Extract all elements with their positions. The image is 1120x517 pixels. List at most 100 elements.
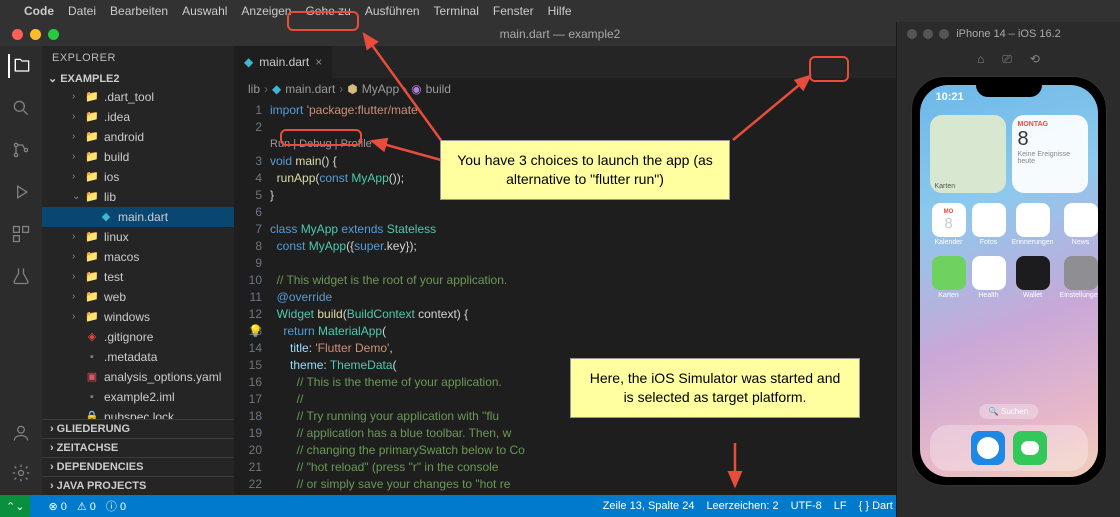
explorer-icon[interactable] bbox=[8, 54, 32, 78]
tree-item-example2-iml[interactable]: ▪example2.iml bbox=[42, 387, 234, 407]
sim-rotate-icon[interactable]: ⟲ bbox=[1030, 52, 1040, 66]
breadcrumb-seg[interactable]: lib bbox=[248, 82, 260, 96]
sim-screenshot-icon[interactable]: ⎚ bbox=[1002, 52, 1012, 67]
status-warnings[interactable]: ⚠ 0 bbox=[77, 500, 96, 513]
breadcrumb-seg[interactable]: MyApp bbox=[362, 82, 399, 96]
tree-item-analysis_options-yaml[interactable]: ▣analysis_options.yaml bbox=[42, 367, 234, 387]
menu-help[interactable]: Hilfe bbox=[548, 4, 572, 18]
cal-weekday: MONTAG bbox=[1018, 121, 1082, 128]
menu-terminal[interactable]: Terminal bbox=[434, 4, 479, 18]
menu-go[interactable]: Gehe zu bbox=[305, 4, 350, 18]
project-root[interactable]: ⌄EXAMPLE2 bbox=[42, 70, 234, 87]
menu-view[interactable]: Anzeigen bbox=[241, 4, 291, 18]
tree-item-pubspec-lock[interactable]: 🔒pubspec.lock bbox=[42, 407, 234, 419]
close-window-button[interactable] bbox=[12, 29, 23, 40]
remote-indicator[interactable]: ⌃⌄ bbox=[0, 495, 30, 517]
calendar-widget[interactable]: MONTAG 8 Keine Ereignisse heute bbox=[1012, 115, 1088, 193]
ios-home-screen[interactable]: 10:21 Karten MONTAG 8 Keine Ereignisse h… bbox=[920, 85, 1098, 477]
sidebar-section-zeitachse[interactable]: › ZEITACHSE bbox=[42, 438, 234, 457]
breadcrumb-seg[interactable]: main.dart bbox=[285, 82, 335, 96]
extensions-icon[interactable] bbox=[9, 222, 33, 246]
sidebar-section-dependencies[interactable]: › DEPENDENCIES bbox=[42, 457, 234, 476]
status-indent[interactable]: Leerzeichen: 2 bbox=[706, 500, 778, 512]
widget-label: Karten bbox=[935, 183, 956, 190]
tree-item-test[interactable]: ›📁test bbox=[42, 267, 234, 287]
tab-main-dart[interactable]: ◆ main.dart × bbox=[234, 46, 333, 78]
tab-close-icon[interactable]: × bbox=[315, 55, 322, 69]
tree-item-windows[interactable]: ›📁windows bbox=[42, 307, 234, 327]
spotlight-search[interactable]: 🔍 Suchen bbox=[979, 404, 1038, 419]
dart-file-icon: ◆ bbox=[244, 55, 253, 69]
run-debug-icon[interactable] bbox=[9, 180, 33, 204]
status-encoding[interactable]: UTF-8 bbox=[791, 500, 822, 512]
app-erinnerungen[interactable]: Erinnerungen bbox=[1012, 203, 1054, 246]
sim-home-icon[interactable]: ⌂ bbox=[977, 52, 984, 66]
menu-window[interactable]: Fenster bbox=[493, 4, 534, 18]
app-einstellungen[interactable]: Einstellungen bbox=[1060, 256, 1098, 299]
tree-item--gitignore[interactable]: ◈.gitignore bbox=[42, 327, 234, 347]
tree-item-main-dart[interactable]: ◆main.dart bbox=[42, 207, 234, 227]
app-health[interactable]: Health bbox=[972, 256, 1006, 299]
app-news[interactable]: News bbox=[1060, 203, 1098, 246]
class-icon: ⬢ bbox=[347, 82, 357, 96]
explorer-sidebar: EXPLORER ⌄EXAMPLE2 ›📁.dart_tool›📁.idea›📁… bbox=[42, 46, 234, 495]
safari-app[interactable] bbox=[971, 431, 1005, 465]
status-eol[interactable]: LF bbox=[834, 500, 847, 512]
sidebar-section-gliederung[interactable]: › GLIEDERUNG bbox=[42, 419, 234, 438]
explorer-header: EXPLORER bbox=[42, 46, 234, 70]
menu-run[interactable]: Ausführen bbox=[365, 4, 420, 18]
status-time: 10:21 bbox=[936, 91, 964, 103]
tree-item-linux[interactable]: ›📁linux bbox=[42, 227, 234, 247]
search-icon[interactable] bbox=[9, 96, 33, 120]
ios-simulator-window: iPhone 14 – iOS 16.2 ⌂ ⎚ ⟲ 10:21 Karten … bbox=[896, 22, 1120, 517]
device-bezel: 10:21 Karten MONTAG 8 Keine Ereignisse h… bbox=[911, 76, 1107, 486]
app-grid: MO8KalenderFotosErinnerungenNewsKartenHe… bbox=[932, 203, 1086, 299]
status-info[interactable]: ⓘ 0 bbox=[106, 498, 126, 514]
status-errors[interactable]: ⊗ 0 bbox=[48, 500, 66, 513]
tree-item-build[interactable]: ›📁build bbox=[42, 147, 234, 167]
zoom-window-button[interactable] bbox=[48, 29, 59, 40]
maps-widget[interactable]: Karten bbox=[930, 115, 1006, 193]
project-root-label: EXAMPLE2 bbox=[60, 73, 119, 85]
messages-app[interactable] bbox=[1013, 431, 1047, 465]
sim-zoom-button[interactable] bbox=[939, 29, 949, 39]
app-wallet[interactable]: Wallet bbox=[1012, 256, 1054, 299]
activity-bar bbox=[0, 46, 42, 495]
menu-file[interactable]: Datei bbox=[68, 4, 96, 18]
line-gutter: 12 3456789101112131415161718192021222324… bbox=[234, 100, 270, 495]
app-fotos[interactable]: Fotos bbox=[972, 203, 1006, 246]
simulator-title: iPhone 14 – iOS 16.2 bbox=[956, 28, 1061, 40]
macos-menubar: Code Datei Bearbeiten Auswahl Anzeigen G… bbox=[0, 0, 1120, 22]
tree-item-android[interactable]: ›📁android bbox=[42, 127, 234, 147]
cal-events: Keine Ereignisse heute bbox=[1018, 151, 1082, 165]
tree-item-lib[interactable]: ⌄📁lib bbox=[42, 187, 234, 207]
traffic-lights bbox=[0, 29, 59, 40]
menu-edit[interactable]: Bearbeiten bbox=[110, 4, 168, 18]
tab-label: main.dart bbox=[259, 55, 309, 69]
tree-item-macos[interactable]: ›📁macos bbox=[42, 247, 234, 267]
menu-selection[interactable]: Auswahl bbox=[182, 4, 227, 18]
sidebar-section-java projects[interactable]: › JAVA PROJECTS bbox=[42, 476, 234, 495]
status-cursor-pos[interactable]: Zeile 13, Spalte 24 bbox=[603, 500, 695, 512]
simulator-titlebar: iPhone 14 – iOS 16.2 bbox=[897, 22, 1120, 46]
tree-item-ios[interactable]: ›📁ios bbox=[42, 167, 234, 187]
tree-item--idea[interactable]: ›📁.idea bbox=[42, 107, 234, 127]
app-karten[interactable]: Karten bbox=[932, 256, 966, 299]
source-control-icon[interactable] bbox=[9, 138, 33, 162]
sim-close-button[interactable] bbox=[907, 29, 917, 39]
tree-item-web[interactable]: ›📁web bbox=[42, 287, 234, 307]
minimize-window-button[interactable] bbox=[30, 29, 41, 40]
breadcrumb-seg[interactable]: build bbox=[426, 82, 451, 96]
annotation-callout-1: You have 3 choices to launch the app (as… bbox=[440, 140, 730, 200]
menu-app[interactable]: Code bbox=[24, 4, 54, 18]
tree-item--dart_tool[interactable]: ›📁.dart_tool bbox=[42, 87, 234, 107]
accounts-icon[interactable] bbox=[9, 421, 33, 445]
method-icon: ◉ bbox=[411, 82, 421, 96]
sim-minimize-button[interactable] bbox=[923, 29, 933, 39]
testing-icon[interactable] bbox=[9, 264, 33, 288]
settings-gear-icon[interactable] bbox=[9, 461, 33, 485]
file-tree: ›📁.dart_tool›📁.idea›📁android›📁build›📁ios… bbox=[42, 87, 234, 419]
app-kalender[interactable]: MO8Kalender bbox=[932, 203, 966, 246]
tree-item--metadata[interactable]: ▪.metadata bbox=[42, 347, 234, 367]
status-language[interactable]: { } Dart bbox=[859, 500, 893, 512]
